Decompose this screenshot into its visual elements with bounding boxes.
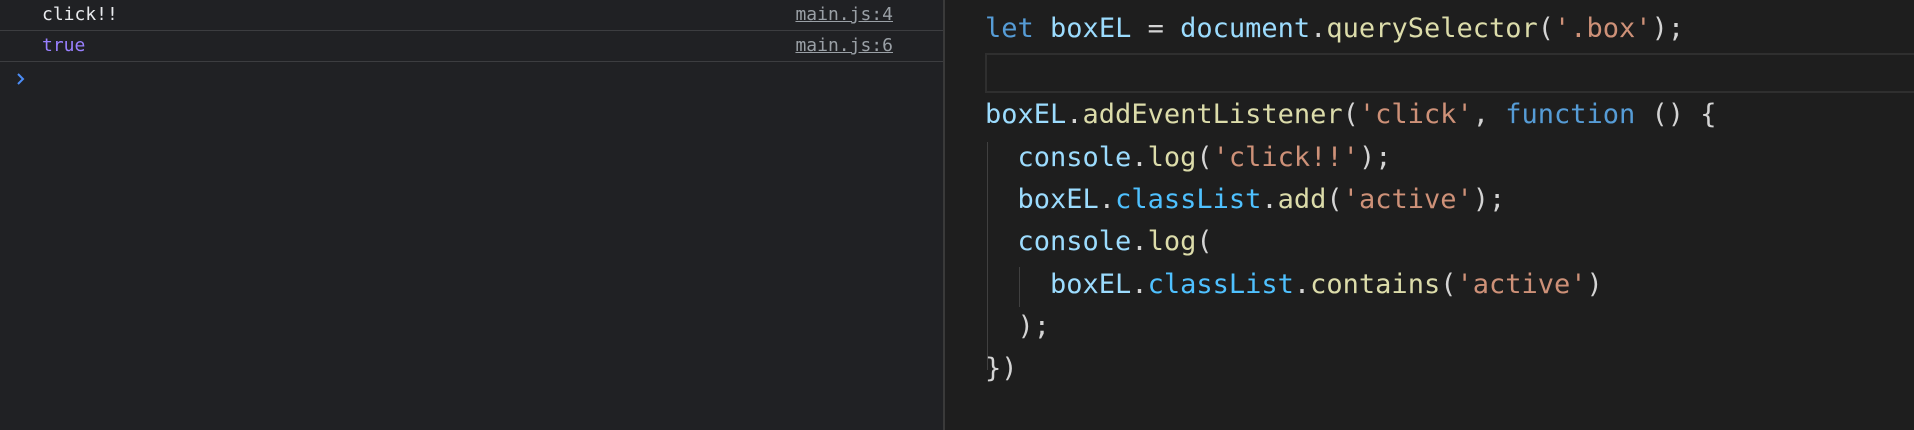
console-panel: click!! main.js:4 true main.js:6 [0, 0, 943, 430]
code-token: '.box' [1554, 13, 1652, 44]
code-token: . [1310, 13, 1327, 44]
code-token: boxEL [985, 99, 1067, 130]
code-token: log [1147, 142, 1197, 173]
console-input[interactable] [40, 66, 923, 94]
code-token: ( [1326, 184, 1343, 215]
code-token: ); [1651, 13, 1685, 44]
code-token: querySelector [1326, 13, 1538, 44]
code-token: classList [1147, 269, 1294, 300]
code-token: classList [1115, 184, 1262, 215]
code-token: let [985, 13, 1034, 44]
code-token: ( [1440, 269, 1457, 300]
code-token: ( [1196, 142, 1213, 173]
code-token: 'click' [1358, 99, 1473, 130]
code-token: console [1017, 226, 1132, 257]
code-token: . [1131, 226, 1148, 257]
code-line: boxEL.classList.add('active'); [985, 178, 1506, 221]
code-token: . [1066, 99, 1083, 130]
code-token: add [1277, 184, 1327, 215]
code-token: addEventListener [1082, 99, 1343, 130]
code-token: boxEL [1050, 269, 1132, 300]
code-token: 'active' [1456, 269, 1587, 300]
current-line-highlight [985, 53, 1914, 93]
code-line: boxEL.addEventListener('click', function… [985, 93, 1717, 136]
code-token: , [1472, 99, 1506, 130]
code-line: ); [985, 305, 1051, 348]
code-line: console.log( [985, 220, 1213, 263]
code-token: () { [1635, 99, 1717, 130]
code-token: . [1293, 269, 1311, 300]
code-editor[interactable]: let boxEL = document.querySelector('.box… [945, 0, 1914, 430]
code-token: ); [1358, 142, 1392, 173]
code-token: function [1505, 99, 1636, 130]
console-message-row: true main.js:6 [0, 31, 943, 62]
code-token: 'active' [1342, 184, 1473, 215]
console-message-text: true [42, 35, 86, 56]
code-token: . [1131, 142, 1148, 173]
code-token: ); [985, 311, 1051, 342]
devtools-window: click!! main.js:4 true main.js:6 let box… [0, 0, 1914, 430]
code-token: boxEL [1017, 184, 1099, 215]
code-token: ( [1342, 99, 1359, 130]
code-token: . [1098, 184, 1116, 215]
chevron-right-icon [17, 73, 25, 85]
code-token: }) [985, 353, 1018, 384]
console-message-row: click!! main.js:4 [0, 0, 943, 31]
console-message-text: click!! [42, 4, 118, 25]
code-token: ) [1586, 269, 1603, 300]
code-line: boxEL.classList.contains('active') [985, 263, 1603, 306]
code-line: console.log('click!!'); [985, 136, 1392, 179]
code-token: ( [1537, 13, 1555, 44]
console-source-link[interactable]: main.js:6 [795, 35, 893, 57]
console-prompt-row [0, 62, 943, 96]
code-token: console [1017, 142, 1132, 173]
code-token: document [1180, 13, 1311, 44]
code-token: ); [1472, 184, 1506, 215]
code-token: . [1261, 184, 1278, 215]
code-token: = [1131, 13, 1181, 44]
code-token: 'click!!' [1212, 142, 1359, 173]
code-token: ( [1196, 226, 1213, 257]
code-token: contains [1310, 269, 1441, 300]
code-line: let boxEL = document.querySelector('.box… [985, 7, 1684, 50]
code-token: . [1131, 269, 1148, 300]
console-source-link[interactable]: main.js:4 [795, 4, 893, 26]
code-token: log [1147, 226, 1197, 257]
code-token: boxEL [1050, 13, 1132, 44]
code-line: }) [985, 347, 1018, 390]
